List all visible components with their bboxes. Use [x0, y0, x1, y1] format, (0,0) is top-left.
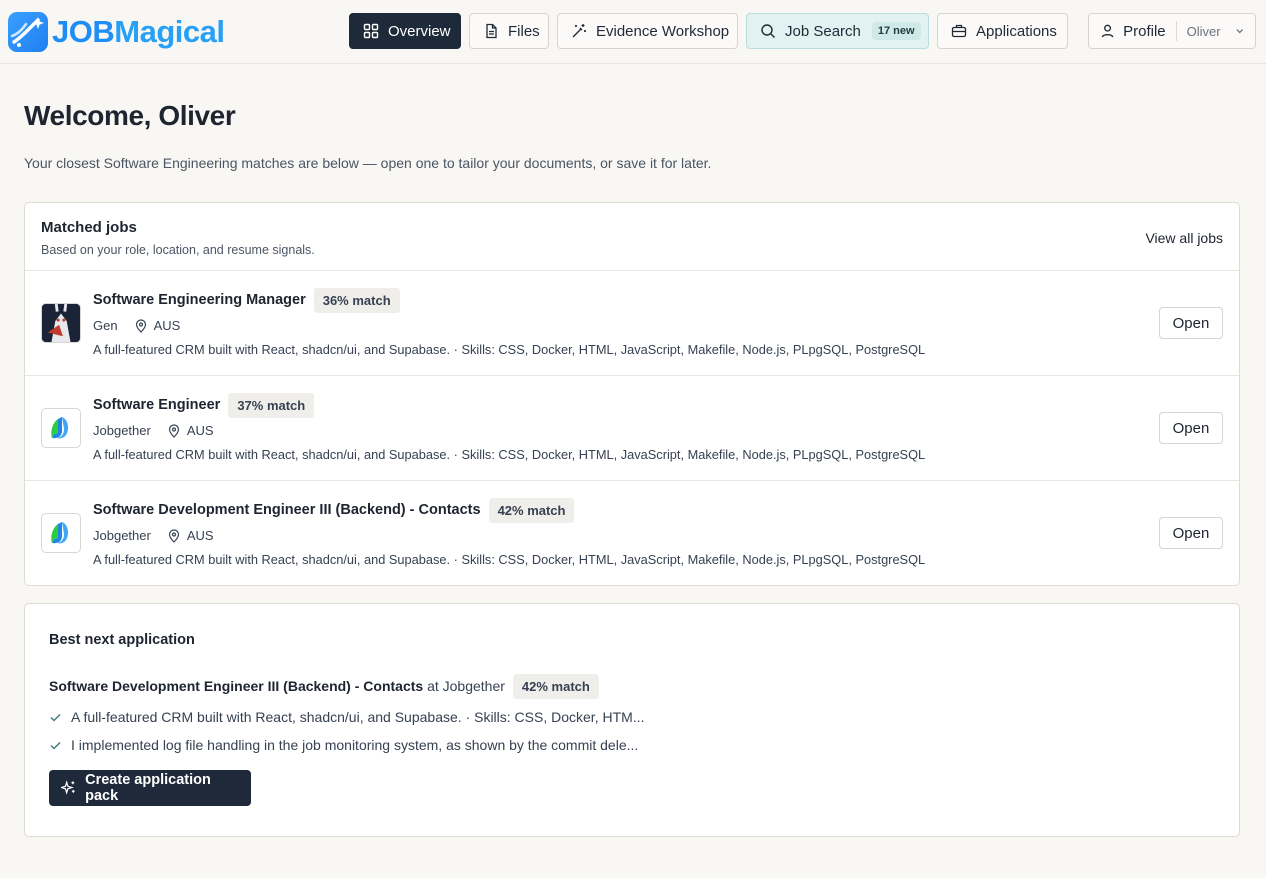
nav-evidence-workshop[interactable]: Evidence Workshop: [557, 13, 738, 49]
company-name: Jobgether: [93, 528, 151, 543]
matched-jobs-header: Matched jobs Based on your role, locatio…: [25, 203, 1239, 271]
nav-files[interactable]: Files: [469, 13, 549, 49]
job-description: A full-featured CRM built with React, sh…: [93, 342, 926, 357]
job-location: AUS: [186, 423, 214, 438]
nav-overview-label: Overview: [388, 22, 451, 40]
search-icon: [761, 24, 775, 38]
company-name: Jobgether: [93, 423, 151, 438]
sparkles-icon: [61, 780, 75, 795]
brand-wordmark: JOBMagical: [52, 14, 225, 49]
top-bar: JOBMagical Overview Files Evidence Works…: [0, 0, 1266, 64]
user-icon: [1101, 24, 1114, 38]
matched-jobs-subtitle: Based on your role, location, and resume…: [41, 243, 315, 257]
new-jobs-badge: 17 new: [871, 22, 921, 40]
job-row: Software Development Engineer III (Backe…: [25, 481, 1239, 585]
evidence-point-text: I implemented log file handling in the j…: [71, 737, 639, 753]
magic-wand-icon: [572, 24, 586, 38]
best-next-title: Best next application: [49, 632, 195, 648]
best-job-title: Software Development Engineer III (Backe…: [49, 678, 424, 694]
nav-files-label: Files: [508, 22, 540, 40]
map-pin-icon: [168, 423, 179, 438]
main-content: Welcome, Oliver Your closest Software En…: [0, 100, 1266, 837]
company-logo-jobgether: [41, 513, 81, 553]
chevron-down-icon: [1235, 29, 1243, 34]
job-title[interactable]: Software Development Engineer III (Backe…: [93, 502, 481, 518]
match-badge: 42% match: [488, 497, 575, 523]
nav-job-search[interactable]: Job Search 17 new: [746, 13, 929, 49]
company-logo-jobgether: [41, 408, 81, 448]
job-row: Software Engineer 37% match Jobgether AU…: [25, 376, 1239, 481]
job-location: AUS: [153, 318, 181, 333]
evidence-point: I implemented log file handling in the j…: [49, 735, 1215, 755]
view-all-jobs-link[interactable]: View all jobs: [1145, 230, 1223, 246]
best-job-line: Software Development Engineer III (Backe…: [49, 673, 1215, 699]
nav-overview[interactable]: Overview: [349, 13, 461, 49]
map-pin-icon: [168, 528, 179, 543]
match-badge: 42% match: [512, 673, 599, 699]
nav-applications[interactable]: Applications: [937, 13, 1068, 49]
best-job-text[interactable]: Software Development Engineer III (Backe…: [49, 678, 505, 694]
match-badge: 36% match: [313, 287, 400, 313]
profile-user-name: Oliver: [1186, 23, 1221, 39]
main-nav: Overview Files Evidence Workshop Job Sea…: [349, 13, 1068, 49]
profile-label: Profile: [1123, 22, 1166, 40]
matched-jobs-card: Matched jobs Based on your role, locatio…: [24, 202, 1240, 586]
company-name: Gen: [93, 318, 118, 333]
page-subtitle: Your closest Software Engineering matche…: [24, 155, 712, 171]
open-job-button[interactable]: Open: [1159, 307, 1223, 339]
evidence-point-text: A full-featured CRM built with React, sh…: [71, 709, 645, 725]
profile-divider: [1175, 21, 1177, 41]
check-icon: [50, 741, 61, 750]
briefcase-icon: [951, 24, 967, 38]
check-icon: [50, 713, 61, 722]
brand-logo[interactable]: JOBMagical: [8, 11, 225, 52]
create-application-pack-label: Create application pack: [85, 772, 211, 804]
profile-menu[interactable]: Profile Oliver: [1088, 13, 1256, 49]
job-description: A full-featured CRM built with React, sh…: [93, 447, 926, 462]
open-job-button[interactable]: Open: [1159, 412, 1223, 444]
job-title[interactable]: Software Engineer: [93, 397, 220, 413]
file-icon: [486, 23, 497, 39]
evidence-point: A full-featured CRM built with React, sh…: [49, 707, 1215, 727]
match-badge: 37% match: [228, 392, 315, 418]
best-next-application-card: Best next application Software Developme…: [24, 603, 1240, 837]
page-title: Welcome, Oliver: [24, 100, 236, 131]
nav-evidence-label: Evidence Workshop: [596, 22, 730, 40]
best-job-company: at Jobgether: [427, 678, 505, 694]
nav-job-search-label: Job Search: [785, 22, 861, 40]
job-title[interactable]: Software Engineering Manager: [93, 292, 306, 308]
matched-jobs-title: Matched jobs: [41, 219, 137, 236]
job-row: Software Engineering Manager 36% match G…: [25, 271, 1239, 376]
job-location: AUS: [186, 528, 214, 543]
nav-applications-label: Applications: [976, 22, 1057, 40]
rocket-star-icon: [8, 11, 48, 52]
grid-icon: [363, 23, 379, 39]
job-description: A full-featured CRM built with React, sh…: [93, 552, 926, 567]
open-job-button[interactable]: Open: [1159, 517, 1223, 549]
map-pin-icon: [135, 318, 146, 333]
brand-part-2: Magical: [114, 14, 225, 49]
company-logo-gen: [41, 303, 81, 343]
brand-part-1: JOB: [52, 14, 115, 49]
create-application-pack-button[interactable]: Create application pack: [49, 770, 251, 806]
